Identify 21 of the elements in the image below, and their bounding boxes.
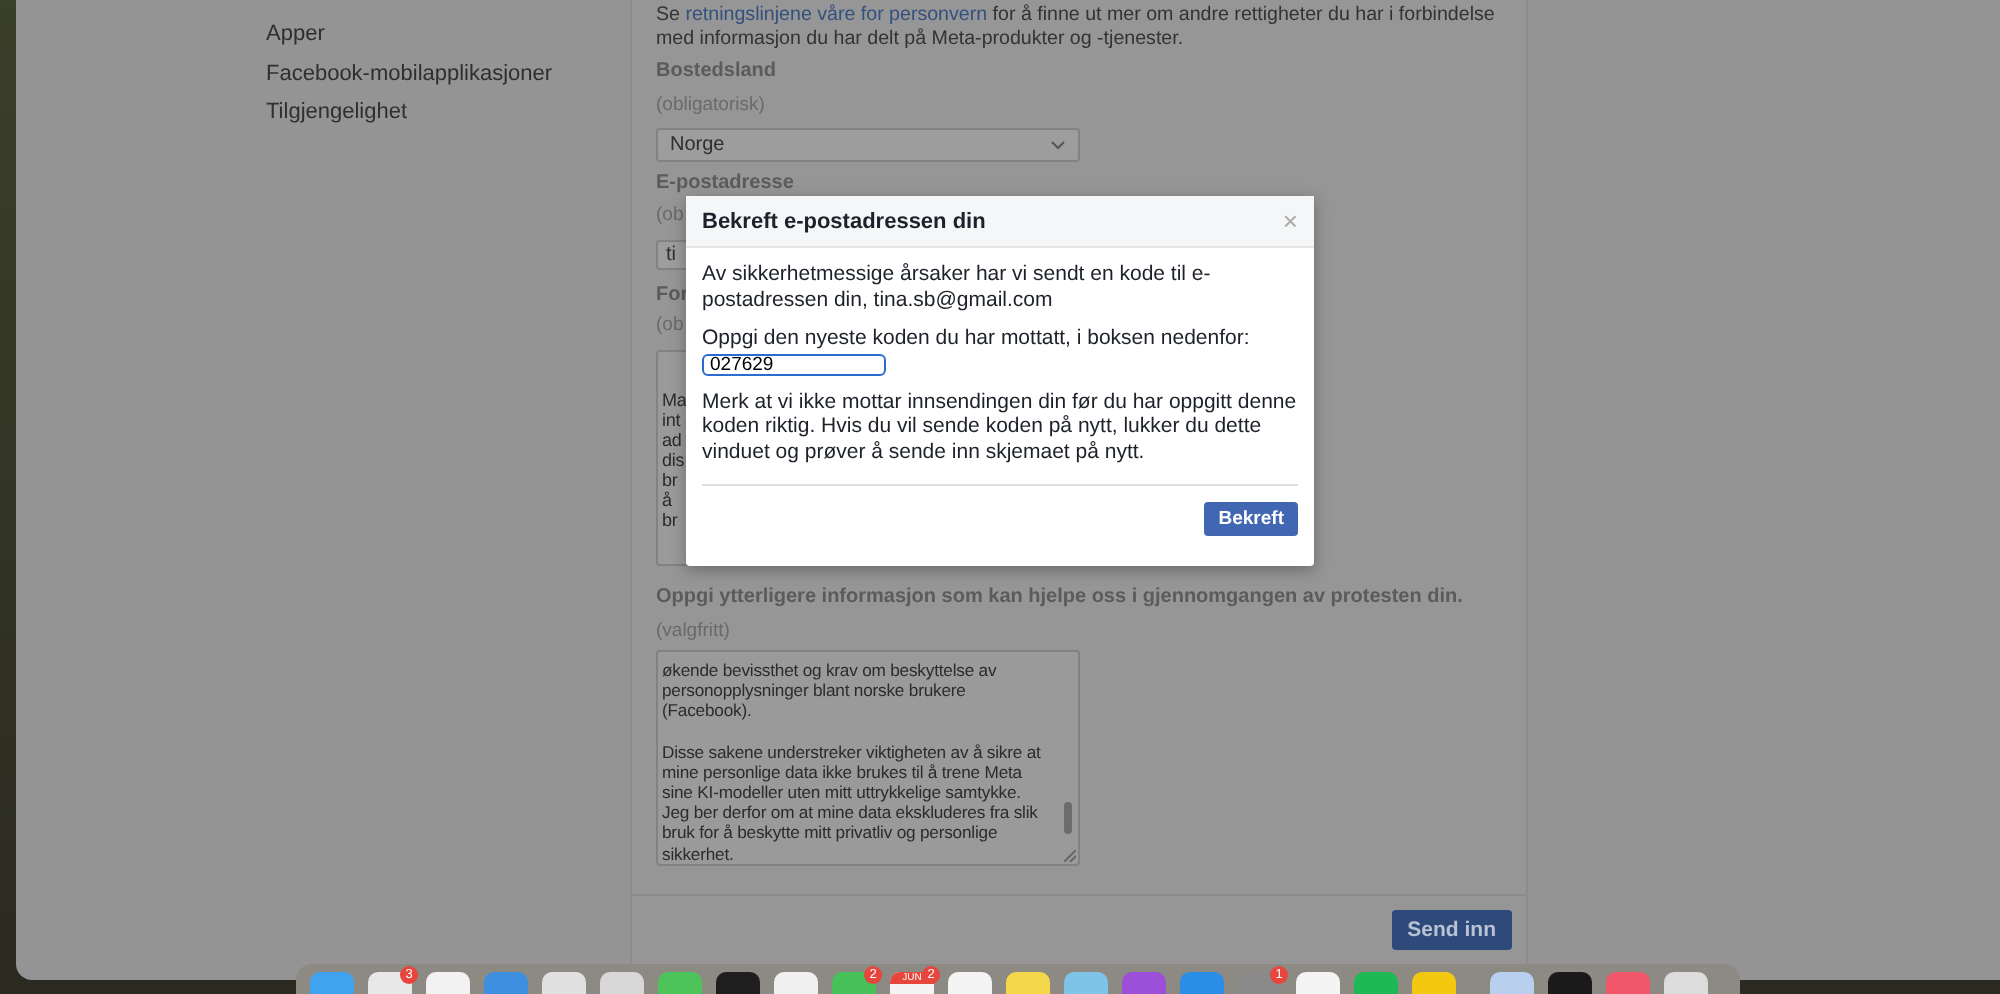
confirm-button[interactable]: Bekreft: [1204, 502, 1298, 536]
sidebar-link[interactable]: Tilgjengelighet: [266, 94, 630, 133]
field-label: Oppgi ytterligere informasjon som kan hjelpe oss i gjennomgangen av protesten din.: [656, 586, 1463, 610]
dialog-message: Av sikkerhetmessige årsaker har vi sendt en kode til e-postadressen din, tina.sb@gmail.com: [702, 262, 1213, 312]
resize-grip-icon[interactable]: [1064, 850, 1076, 862]
field-label: For: [656, 284, 689, 308]
intro-text: Se retningslinjene våre for personvern for å finne ut mer om andre rettigheter du har i forbindelse med informasjon du har delt på Meta-produkter og -tjenester.: [656, 4, 1497, 52]
sidebar-link[interactable]: Apper: [266, 16, 630, 55]
code-prompt: Oppgi den nyeste koden du har mottatt, i boksen nedenfor:: [702, 326, 1252, 351]
code-field[interactable]: 027629: [702, 353, 886, 375]
scrollbar-thumb[interactable]: [1064, 802, 1072, 834]
field-label: E-postadresse: [656, 172, 794, 196]
dialog-note: Merk at vi ikke mottar innsendingen din før du har oppgitt denne koden riktig. Hvis du vil sende koden på nytt, lukker du dette vinduet og prøver å sende inn skjemaet på nytt.: [702, 389, 1298, 464]
submit-button[interactable]: Send inn: [1391, 910, 1512, 950]
field-label: Bostedsland: [656, 60, 777, 84]
details-text-area[interactable]: økende bevissthet og krav om beskyttelse av personopplysninger blant norske brukere (Facebook). Disse sakene understreker viktigheten av å sikre at mine personlige data ikke brukes til å trene Meta sine KI-modeller uten mitt uttrykkelige samtykke. Jeg ber derfor om at mine data ekskluderes fra slik bruk for å beskytte mitt privatliv og personlige sikkerhet.: [656, 650, 1080, 866]
dialog-title: Bekreft e-postadressen din: [702, 209, 986, 233]
sidebar-link[interactable]: Facebook-mobilapplikasjoner: [266, 55, 630, 94]
country-select[interactable]: Norge: [656, 128, 1080, 162]
chevron-icon: [1050, 140, 1066, 150]
privacy-link[interactable]: retningslinjene våre for personvern: [685, 4, 988, 26]
